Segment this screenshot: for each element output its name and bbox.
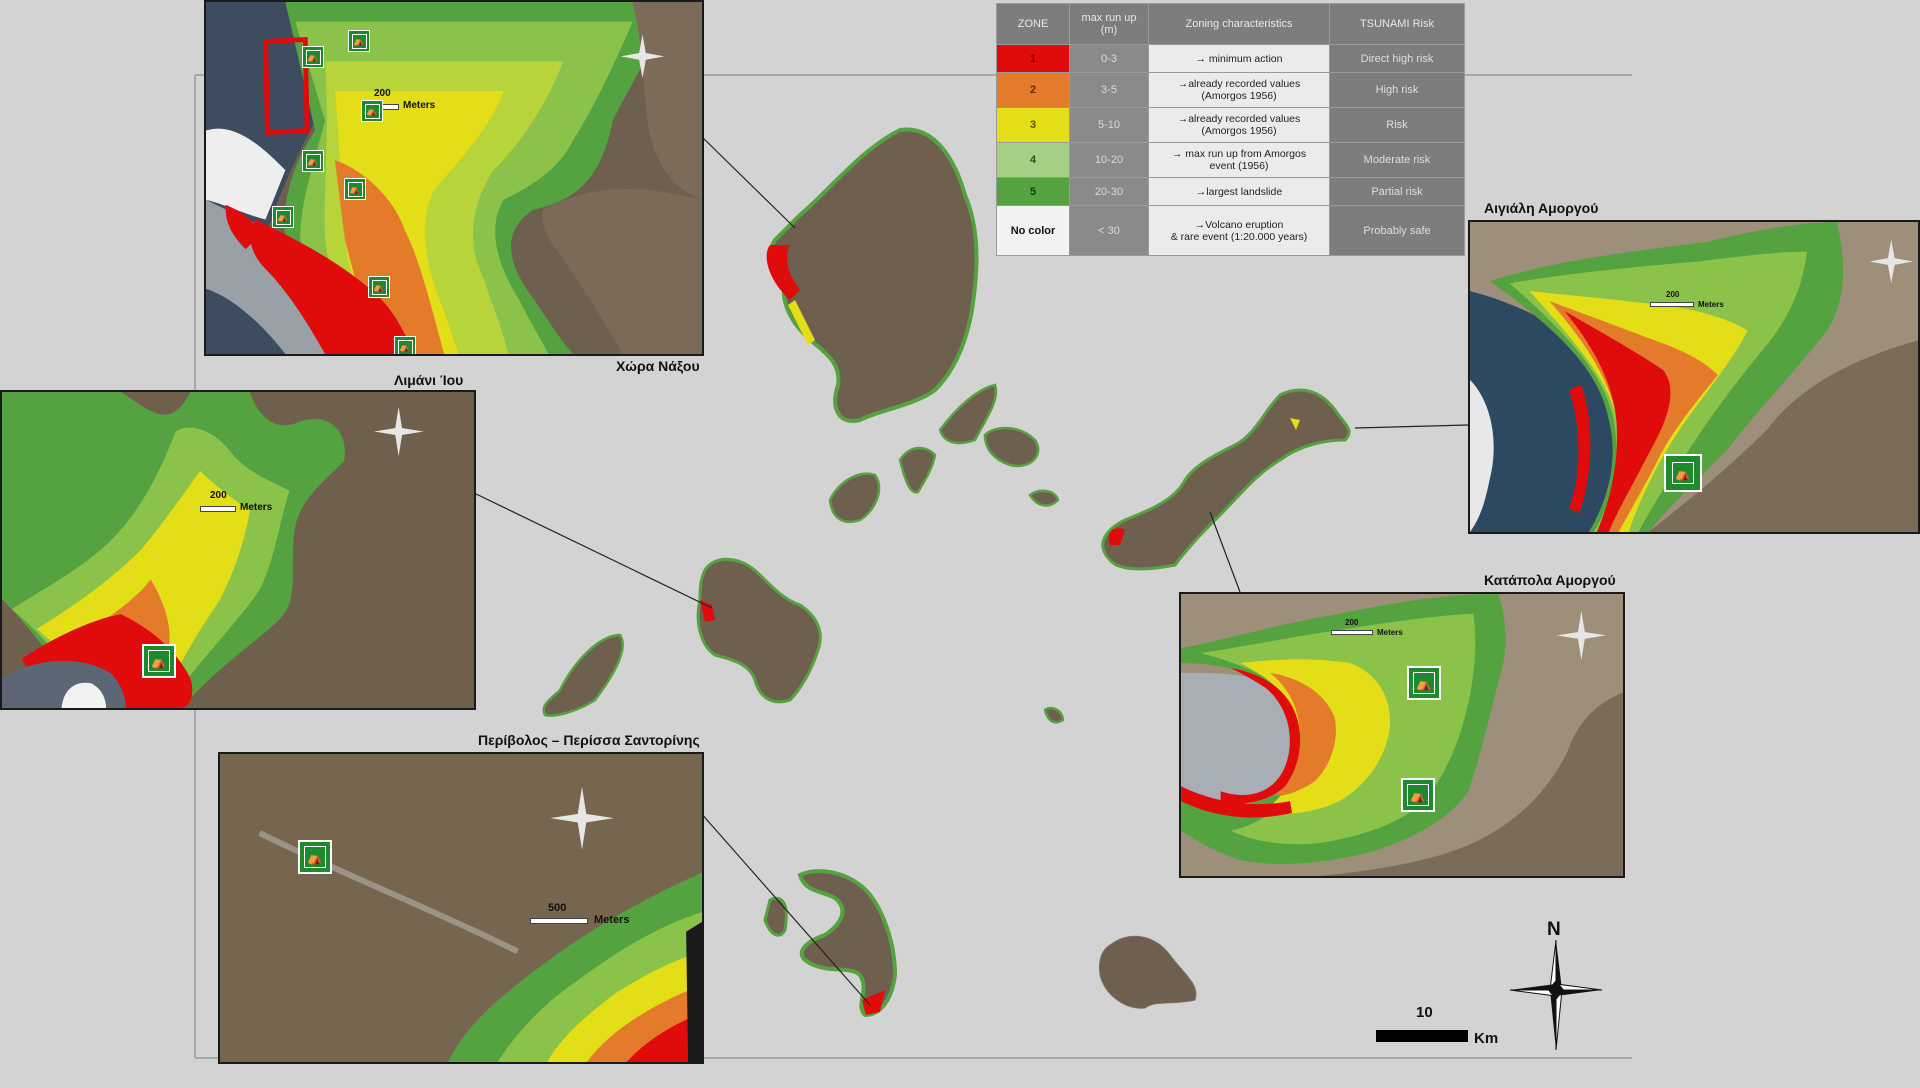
main-scale-unit: Km [1474,1030,1499,1047]
inset-santorini-map [220,754,702,1062]
inset-aigiali-caption: Αιγιάλη Αμοργού [1484,200,1599,216]
legend-zone: 1 [996,44,1070,73]
legend-desc-line: (Amorgos 1956) [1201,125,1277,137]
north-arrow-icon [1509,939,1603,1051]
anafi-island [1099,935,1197,1009]
scale-value: 200 [1666,290,1680,299]
amorgos-island [1101,388,1351,571]
legend-description: → max run up from Amorgos event (1956) [1148,142,1330,178]
scale-value: 200 [1345,618,1359,627]
legend-row: 3 5-10 →already recorded values (Amorgos … [996,107,1465,143]
evacuation-point-icon: ⛺ [361,100,383,122]
legend-zone: 4 [996,142,1070,178]
legend-desc-line: (Amorgos 1956) [1201,90,1277,102]
inset-naxos-caption: Χώρα Νάξου [616,358,700,374]
legend-range: 10-20 [1069,142,1149,178]
legend-desc-line: → max run up from Amorgos [1171,148,1307,160]
evacuation-point-icon: ⛺ [344,178,366,200]
scale-bar [1331,630,1373,635]
inset-katapola: 200 Meters ⛺ ⛺ [1179,592,1625,878]
naxos-island [766,127,979,423]
legend-risk: Risk [1329,107,1465,143]
legend-range: 20-30 [1069,177,1149,206]
legend-risk: Moderate risk [1329,142,1465,178]
legend-desc-line: & rare event (1:20.000 years) [1170,230,1308,243]
main-scale-value: 10 [1416,1004,1433,1021]
inset-aigiali: 200 Meters ⛺ [1468,220,1920,534]
legend-range: 5-10 [1069,107,1149,143]
scale-bar [1650,302,1694,307]
legend-header-zone: ZONE [996,3,1070,45]
inset-santorini: 500 Meters ⛺ [218,752,704,1064]
legend-range: 3-5 [1069,72,1149,108]
legend-description: → minimum action [1148,44,1330,73]
legend-row: 5 20-30 →largest landslide Partial risk [996,177,1465,206]
legend-range: < 30 [1069,205,1149,256]
legend-risk: Direct high risk [1329,44,1465,73]
legend-risk: High risk [1329,72,1465,108]
legend-row: 2 3-5 →already recorded values (Amorgos 1… [996,72,1465,108]
legend-row: No color < 30 →Volcano eruption & rare ev… [996,205,1465,256]
legend-desc-line: →Volcano eruption [1194,218,1284,231]
santorini-island [763,869,898,1018]
legend-risk: Probably safe [1329,205,1465,256]
legend-header-characteristics: Zoning characteristics [1148,3,1330,45]
inset-naxos: 200 Meters ⛺ ⛺ ⛺ ⛺ ⛺ ⛺ ⛺ ⛺ [204,0,704,356]
legend-zone: No color [996,205,1070,256]
small-cyclades [828,383,1065,724]
scale-unit: Meters [594,914,630,926]
evacuation-point-icon: ⛺ [394,336,416,354]
scale-bar [200,506,236,512]
inset-naxos-map [206,2,702,354]
inset-ios-map [2,392,474,708]
scale-value: 500 [548,902,567,914]
legend-description: →already recorded values (Amorgos 1956) [1148,72,1330,108]
evacuation-point-icon: ⛺ [142,644,176,678]
inset-ios-caption: Λιμάνι Ίου [394,372,464,388]
legend-description: →largest landslide [1148,177,1330,206]
evacuation-point-icon: ⛺ [348,30,370,52]
tsunami-zone-legend: ZONE max run up (m) Zoning characteristi… [996,3,1465,256]
legend-header-runup: max run up (m) [1069,3,1149,45]
legend-desc-line: event (1956) [1209,160,1269,172]
sikinos-island [542,633,624,717]
evacuation-point-icon: ⛺ [368,276,390,298]
legend-desc-line: →already recorded values [1177,78,1301,90]
legend-zone: 5 [996,177,1070,206]
inset-katapola-caption: Κατάπολα Αμοργού [1484,572,1616,588]
legend-risk: Partial risk [1329,177,1465,206]
legend-row: 4 10-20 → max run up from Amorgos event (… [996,142,1465,178]
legend-description: →Volcano eruption & rare event (1:20.000 … [1148,205,1330,256]
scale-value: 200 [374,88,391,99]
evacuation-point-icon: ⛺ [1401,778,1435,812]
legend-header-risk: TSUNAMI Risk [1329,3,1465,45]
inset-santorini-caption: Περίβολος – Περίσσα Σαντορίνης [478,732,700,748]
inset-ios: 200 Meters ⛺ [0,390,476,710]
legend-zone: 3 [996,107,1070,143]
scale-unit: Meters [1377,628,1403,637]
scale-bar [530,918,588,924]
legend-desc-line: →already recorded values [1177,113,1301,125]
scale-unit: Meters [1698,300,1724,309]
evacuation-point-icon: ⛺ [1407,666,1441,700]
legend-description: →already recorded values (Amorgos 1956) [1148,107,1330,143]
evacuation-point-icon: ⛺ [302,150,324,172]
main-scale-bar-fill [1376,1030,1468,1042]
legend-header-row: ZONE max run up (m) Zoning characteristi… [996,3,1465,45]
ios-island [696,557,822,704]
evacuation-point-icon: ⛺ [272,206,294,228]
legend-zone: 2 [996,72,1070,108]
scale-unit: Meters [240,502,273,513]
scale-value: 200 [210,490,227,501]
scale-unit: Meters [403,100,436,111]
evacuation-point-icon: ⛺ [1664,454,1702,492]
legend-row: 1 0-3 → minimum action Direct high risk [996,44,1465,73]
legend-desc-line: → minimum action [1195,52,1283,65]
evacuation-point-icon: ⛺ [298,840,332,874]
legend-desc-line: →largest landslide [1195,185,1283,198]
legend-range: 0-3 [1069,44,1149,73]
evacuation-point-icon: ⛺ [302,46,324,68]
